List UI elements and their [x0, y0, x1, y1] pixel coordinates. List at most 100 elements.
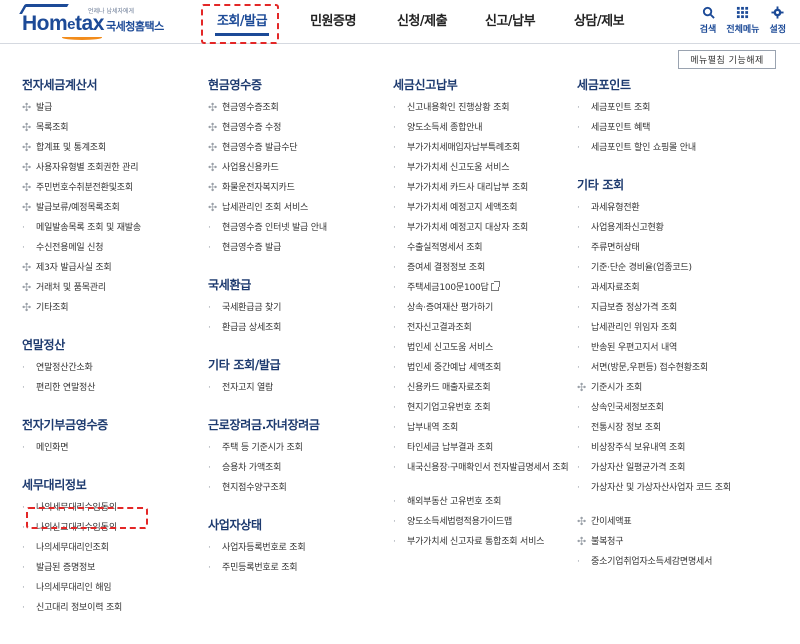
menu-item[interactable]: · 메인화면 — [22, 442, 202, 462]
menu-item[interactable]: · 주민등록번호로 조회 — [208, 562, 388, 582]
menu-item[interactable]: · 내국신용장·구매확인서 전자발급명세서 조회 — [393, 462, 573, 496]
menu-item[interactable]: · 현금영수증 발급 — [208, 242, 388, 262]
menu-item[interactable]: · 과세유형전환 — [577, 202, 792, 222]
menu-item[interactable]: · 발급된 증명정보 — [22, 562, 202, 582]
menu-item[interactable]: · 주택 등 기준시가 조회 — [208, 442, 388, 462]
menu-item[interactable]: ✣ 납세관리인 조회 서비스 — [208, 202, 388, 222]
plus-icon: ✣ — [22, 281, 32, 294]
menu-item[interactable]: · 현지기업고유번호 조회 — [393, 402, 573, 422]
menu-item[interactable]: · 과세자료조회 — [577, 282, 792, 302]
menu-item[interactable]: ✣ 현금영수증 발급수단 — [208, 142, 388, 162]
menu-item[interactable]: · 사업용계좌신고현황 — [577, 222, 792, 242]
menu-item[interactable]: ✣ 목록조회 — [22, 122, 202, 142]
menu-item[interactable]: · 반송된 우편고지서 내역 — [577, 342, 792, 362]
menu-item[interactable]: ✣ 합계표 및 통계조회 — [22, 142, 202, 162]
menu-item[interactable]: · 나의세무대리인 해임 — [22, 582, 202, 602]
menu-item[interactable]: · 양도소득세법령적용가이드맵 — [393, 516, 573, 536]
bullet-icon: · — [208, 563, 211, 573]
menu-item[interactable]: · 지급보증 정상가격 조회 — [577, 302, 792, 322]
menu-item[interactable]: ✣ 현금영수증 수정 — [208, 122, 388, 142]
bullet-icon: · — [393, 363, 396, 373]
bullet-icon: · — [22, 603, 25, 613]
menu-item[interactable]: · 주택세금100문100답 — [393, 281, 573, 302]
menu-item[interactable]: ✣ 발급 — [22, 102, 202, 122]
menu-item[interactable]: · 부가가치세 신고자료 통합조회 서비스 — [393, 536, 573, 556]
menu-item[interactable]: · 전자신고결과조회 — [393, 322, 573, 342]
menu-item[interactable]: ✣ 현금영수증조회 — [208, 102, 388, 122]
menu-item[interactable]: · 타인세금 납부결과 조회 — [393, 442, 573, 462]
menu-item[interactable]: · 법인세 신고도움 서비스 — [393, 342, 573, 362]
nav-item-consult-report[interactable]: 상담/제보 — [554, 0, 644, 44]
menu-item[interactable]: · 편리한 연말정산 — [22, 382, 202, 402]
menu-item[interactable]: · 가상자산 일평균가격 조회 — [577, 462, 792, 482]
menu-item[interactable]: ✣ 주민번호수취분전환및조회 — [22, 182, 202, 202]
menu-item[interactable]: · 해외부동산 고유번호 조회 — [393, 496, 573, 516]
bullet-icon: · — [577, 557, 580, 567]
menu-item[interactable]: · 비상장주식 보유내역 조회 — [577, 442, 792, 462]
menu-item[interactable]: ✣ 사용자유형별 조회권한 관리 — [22, 162, 202, 182]
menu-item[interactable]: ✣ 불복청구 — [577, 536, 792, 556]
menu-item[interactable]: · 신용카드 매출자료조회 — [393, 382, 573, 402]
menu-item[interactable]: · 수신전용메일 신청 — [22, 242, 202, 262]
menu-item[interactable]: ✣ 발급보류/예정목록조회 — [22, 202, 202, 222]
menu-item[interactable]: · 가상자산 및 가상자산사업자 코드 조회 — [577, 482, 792, 516]
menu-item[interactable]: · 수출실적명세서 조회 — [393, 242, 573, 262]
menu-column-4: 세금포인트 · 세금포인트 조회 · 세금포인트 혜택 · 세금포인트 할인 쇼핑몰 … — [577, 76, 792, 590]
menu-item[interactable]: ✣ 화물운전자복지카드 — [208, 182, 388, 202]
hometax-logo[interactable]: Hometax 언제나 납세자에게 국세청홈택스 — [19, 4, 172, 40]
menu-item[interactable]: · 양도소득세 종합안내 — [393, 122, 573, 142]
menu-item[interactable]: · 상속인국세정보조회 — [577, 402, 792, 422]
menu-item[interactable]: · 부가가치세 신고도움 서비스 — [393, 162, 573, 182]
menu-item[interactable]: · 신고대리 정보이력 조회 — [22, 602, 202, 622]
menu-item[interactable]: · 부가가치세 카드사 대리납부 조회 — [393, 182, 573, 202]
menu-item[interactable]: · 법인세 중간예납 세액조회 — [393, 362, 573, 382]
menu-item[interactable]: · 환급금 상세조회 — [208, 322, 388, 342]
bullet-icon: · — [577, 243, 580, 253]
menu-item[interactable]: ✣ 기준시가 조회 — [577, 382, 792, 402]
menu-item[interactable]: · 사업자등록번호로 조회 — [208, 542, 388, 562]
menu-item[interactable]: · 중소기업취업자소득세감면명세서 — [577, 556, 792, 576]
nav-item-apply-submit[interactable]: 신청/제출 — [378, 0, 466, 44]
menu-item[interactable]: · 현금영수증 인터넷 발급 안내 — [208, 222, 388, 242]
menu-item[interactable]: · 승용차 가액조회 — [208, 462, 388, 482]
menu-item[interactable]: · 납부내역 조회 — [393, 422, 573, 442]
menu-item[interactable]: · 부가가치세 예정고지 세액조회 — [393, 202, 573, 222]
nav-item-civil-certificate[interactable]: 민원증명 — [288, 0, 378, 44]
menu-item[interactable]: · 신고내용확인 진행상황 조회 — [393, 102, 573, 122]
menu-item[interactable]: · 부가가치세 예정고지 대상자 조회 — [393, 222, 573, 242]
plus-icon: ✣ — [208, 181, 218, 194]
search-button[interactable]: 검색 — [700, 6, 716, 35]
menu-item[interactable]: · 메일발송목록 조회 및 재발송 — [22, 222, 202, 242]
menu-item[interactable]: ✣ 기타조회 — [22, 302, 202, 322]
menu-item[interactable]: ✣ 사업용신용카드 — [208, 162, 388, 182]
menu-item[interactable]: · 현지점수양구조회 — [208, 482, 388, 502]
menu-item[interactable]: · 세금포인트 조회 — [577, 102, 792, 122]
menu-item[interactable]: · 서면(방문,우편등) 접수현황조회 — [577, 362, 792, 382]
menu-item[interactable]: · 부가가치세매입자납부특례조회 — [393, 142, 573, 162]
menu-item[interactable]: · 기준·단순 경비율(업종코드) — [577, 262, 792, 282]
menu-item[interactable]: · 세금포인트 할인 쇼핑몰 안내 — [577, 142, 792, 162]
menu-item[interactable]: · 상속·증여재산 평가하기 — [393, 302, 573, 322]
settings-button[interactable]: 설정 — [769, 6, 786, 35]
nav-item-inquiry-issue[interactable]: 조회/발급 — [196, 0, 288, 44]
all-menu-button[interactable]: 전체메뉴 — [726, 6, 759, 35]
menu-item[interactable]: · 전통시장 정보 조회 — [577, 422, 792, 442]
menu-item[interactable]: ✣ 제3자 발급사실 조회 — [22, 262, 202, 282]
bullet-icon: · — [208, 483, 211, 493]
menu-item[interactable]: · 국세환급금 찾기 — [208, 302, 388, 322]
menu-item[interactable]: · 연말정산간소화 — [22, 362, 202, 382]
menu-item[interactable]: · 세금포인트 혜택 — [577, 122, 792, 142]
menu-fold-toggle-button[interactable]: 메뉴펼침 기능해제 — [678, 50, 776, 69]
menu-item[interactable]: · 전자고지 열람 — [208, 382, 388, 402]
menu-item[interactable]: ✣ 간이세액표 — [577, 516, 792, 536]
menu-item[interactable]: · 증여세 결정정보 조회 — [393, 262, 573, 282]
menu-item[interactable]: · 나의신고대리수임동의 — [22, 522, 202, 542]
menu-item[interactable]: · 나의세무대리인조회 — [22, 542, 202, 562]
menu-column-2: 현금영수증 ✣ 현금영수증조회 ✣ 현금영수증 수정 ✣ 현금영수증 발급수단 ✣ 사업… — [208, 76, 388, 596]
bullet-icon: · — [393, 103, 396, 113]
menu-item[interactable]: · 납세관리인 위임자 조회 — [577, 322, 792, 342]
menu-item-my-tax-agent-consent[interactable]: · 나의세무대리수임동의 — [22, 502, 202, 522]
nav-item-report-pay[interactable]: 신고/납부 — [466, 0, 554, 44]
menu-item[interactable]: · 주류면허상태 — [577, 242, 792, 262]
menu-item[interactable]: ✣ 거래처 및 품목관리 — [22, 282, 202, 302]
